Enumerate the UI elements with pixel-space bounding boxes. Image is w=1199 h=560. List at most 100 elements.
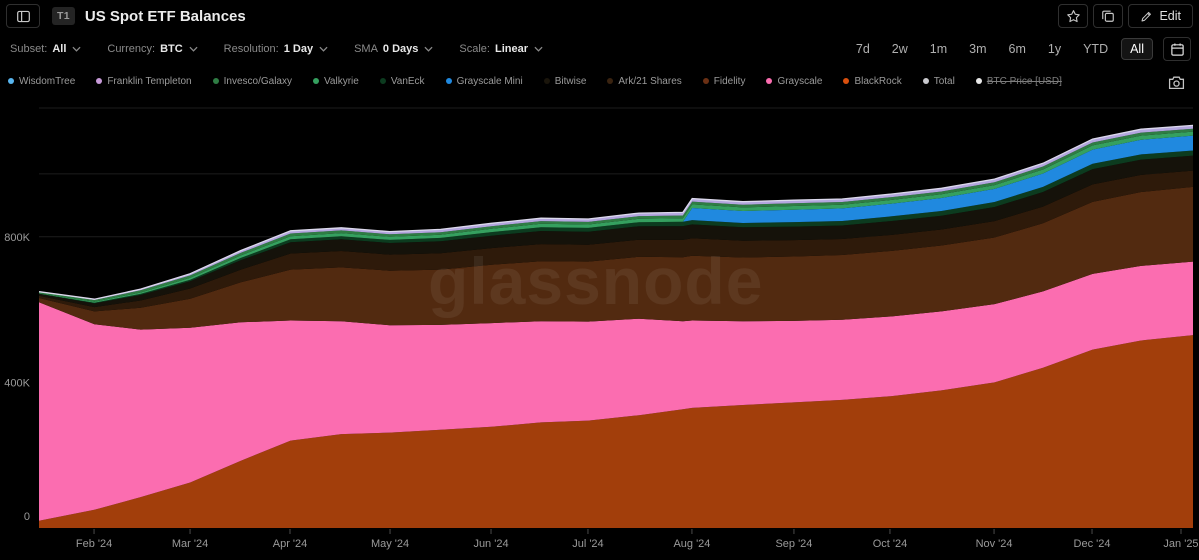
legend-label: Grayscale Mini bbox=[456, 75, 523, 87]
legend-dot bbox=[543, 78, 550, 84]
chevron-down-icon bbox=[534, 46, 543, 52]
legend-dot bbox=[445, 78, 452, 84]
range-all[interactable]: All bbox=[1121, 38, 1153, 60]
legend-dot bbox=[843, 78, 850, 84]
legend-label: Valkyrie bbox=[324, 75, 359, 87]
legend-dot bbox=[212, 78, 219, 84]
screenshot-button[interactable] bbox=[1165, 75, 1187, 93]
duplicate-button[interactable] bbox=[1093, 4, 1124, 28]
copy-icon bbox=[1102, 10, 1115, 22]
legend-item-btc-price-usd[interactable]: BTC Price [USD] bbox=[975, 75, 1062, 87]
legend-label: Bitwise bbox=[554, 75, 587, 87]
filter-label: Scale: bbox=[459, 43, 490, 55]
balance-chart[interactable]: 0 400K 800K Feb '24 Mar '24 Apr '24 May '24 Jun… bbox=[0, 92, 1199, 560]
panel-left-icon bbox=[16, 10, 30, 22]
filter-value: BTC bbox=[160, 43, 183, 55]
filter-subset[interactable]: Subset: All bbox=[10, 43, 81, 55]
filter-currency[interactable]: Currency: BTC bbox=[107, 43, 198, 55]
edit-label: Edit bbox=[1159, 9, 1181, 23]
x-axis-label: Mar '24 bbox=[172, 538, 208, 550]
range-selector: 7d 2w 1m 3m 6m 1y YTD All bbox=[847, 37, 1191, 61]
pencil-icon bbox=[1141, 11, 1152, 21]
filter-value: All bbox=[52, 43, 67, 55]
legend-label: Fidelity bbox=[713, 75, 746, 87]
filter-label: Resolution: bbox=[223, 43, 279, 55]
range-7d[interactable]: 7d bbox=[847, 38, 879, 60]
y-axis-label: 0 bbox=[24, 511, 30, 523]
topbar-actions: Edit bbox=[1058, 4, 1193, 28]
x-axis-label: Oct '24 bbox=[873, 538, 908, 550]
chart-legend: WisdomTree Franklin Templeton Invesco/Gala… bbox=[8, 73, 1062, 89]
legend-dot bbox=[313, 78, 319, 84]
range-1y[interactable]: 1y bbox=[1039, 38, 1070, 60]
legend-dot bbox=[379, 78, 386, 84]
legend-item-invesco-galaxy[interactable]: Invesco/Galaxy bbox=[212, 76, 292, 87]
legend-item-bitwise[interactable]: Bitwise bbox=[543, 75, 587, 87]
legend-item-grayscale[interactable]: Grayscale bbox=[766, 76, 822, 87]
legend-item-ark-21-shares[interactable]: Ark/21 Shares bbox=[607, 76, 682, 87]
filter-scale[interactable]: Scale: Linear bbox=[459, 43, 543, 55]
range-1m[interactable]: 1m bbox=[921, 38, 956, 60]
x-axis-label: Feb '24 bbox=[76, 538, 112, 550]
chevron-down-icon bbox=[189, 46, 198, 52]
legend-item-franklin-templeton[interactable]: Franklin Templeton bbox=[96, 75, 192, 87]
star-icon bbox=[1067, 9, 1080, 22]
filter-value: 1 Day bbox=[283, 43, 314, 55]
legend-dot bbox=[96, 78, 103, 84]
filter-value: Linear bbox=[494, 43, 528, 55]
calendar-icon bbox=[1170, 43, 1184, 56]
legend-label: Grayscale bbox=[777, 75, 823, 87]
legend-dot bbox=[975, 78, 982, 84]
app-topbar: T1 US Spot ETF Balances Edit bbox=[6, 2, 1193, 30]
filter-label: SMA bbox=[354, 43, 378, 55]
x-axis-label: May '24 bbox=[371, 538, 409, 550]
filter-sma[interactable]: SMA 0 Days bbox=[354, 43, 433, 55]
legend-label: BlackRock bbox=[854, 75, 902, 87]
filter-label: Subset: bbox=[10, 43, 48, 55]
legend-item-valkyrie[interactable]: Valkyrie bbox=[313, 76, 359, 87]
legend-dot bbox=[766, 78, 773, 84]
x-axis-label: Dec '24 bbox=[1074, 538, 1111, 550]
edit-button[interactable]: Edit bbox=[1128, 4, 1193, 28]
legend-dot bbox=[702, 78, 709, 84]
date-picker-button[interactable] bbox=[1163, 37, 1191, 61]
x-axis-label: Jan '25 bbox=[1163, 538, 1198, 550]
legend-dot bbox=[922, 78, 929, 84]
legend-item-blackrock[interactable]: BlackRock bbox=[843, 75, 902, 87]
legend-item-vaneck[interactable]: VanEck bbox=[379, 75, 425, 87]
y-axis-label: 800K bbox=[4, 232, 30, 244]
chevron-down-icon bbox=[424, 46, 433, 52]
x-axis-label: Apr '24 bbox=[273, 538, 308, 550]
chevron-down-icon bbox=[72, 46, 81, 52]
filter-label: Currency: bbox=[107, 43, 156, 55]
legend-dot bbox=[8, 78, 14, 84]
legend-label: BTC Price [USD] bbox=[986, 75, 1062, 87]
filters: Subset: All Currency: BTC Resolution: 1 Day SM… bbox=[10, 43, 543, 55]
favorite-button[interactable] bbox=[1058, 4, 1089, 28]
page-title: US Spot ETF Balances bbox=[84, 7, 246, 25]
legend-item-grayscale-mini[interactable]: Grayscale Mini bbox=[445, 75, 523, 87]
filter-bar: Subset: All Currency: BTC Resolution: 1 Day SM… bbox=[10, 37, 1191, 61]
legend-label: WisdomTree bbox=[19, 75, 76, 87]
range-ytd[interactable]: YTD bbox=[1074, 38, 1117, 60]
filter-resolution[interactable]: Resolution: 1 Day bbox=[224, 43, 328, 55]
legend-label: VanEck bbox=[390, 75, 425, 87]
filter-value: 0 Days bbox=[382, 43, 419, 55]
legend-item-wisdomtree[interactable]: WisdomTree bbox=[8, 76, 75, 87]
range-3m[interactable]: 3m bbox=[960, 38, 995, 60]
legend-dot bbox=[607, 78, 614, 84]
sidebar-toggle-button[interactable] bbox=[6, 4, 40, 28]
x-axis-label: Nov '24 bbox=[976, 538, 1013, 550]
x-axis-label: Jul '24 bbox=[572, 538, 603, 550]
legend-item-total[interactable]: Total bbox=[922, 75, 955, 87]
legend-label: Total bbox=[933, 75, 955, 87]
range-6m[interactable]: 6m bbox=[1000, 38, 1035, 60]
chevron-down-icon bbox=[319, 46, 328, 52]
legend-label: Franklin Templeton bbox=[107, 75, 192, 87]
camera-icon bbox=[1168, 76, 1184, 89]
x-axis-label: Jun '24 bbox=[473, 538, 508, 550]
chart-type-badge: T1 bbox=[52, 7, 75, 25]
y-axis-label: 400K bbox=[4, 377, 30, 389]
range-2w[interactable]: 2w bbox=[883, 38, 917, 60]
legend-item-fidelity[interactable]: Fidelity bbox=[702, 75, 746, 87]
